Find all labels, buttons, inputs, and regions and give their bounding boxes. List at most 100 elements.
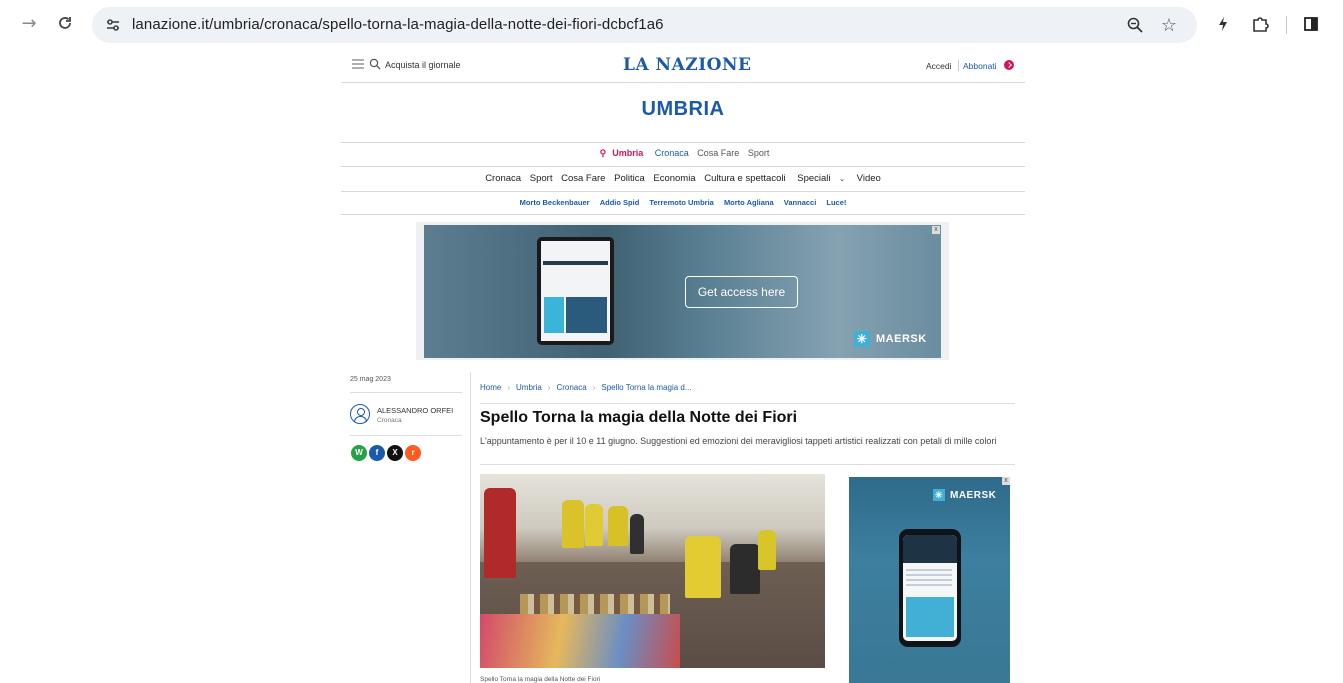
url-text[interactable]: lanazione.it/umbria/cronaca/spello-torna… <box>132 16 664 33</box>
author-avatar-icon <box>350 404 370 424</box>
whatsapp-share-icon[interactable]: W <box>351 445 367 461</box>
subscribe-arrow-icon[interactable] <box>1004 60 1014 70</box>
breadcrumb-home[interactable]: Home <box>480 383 501 392</box>
breadcrumb-cronaca[interactable]: Cronaca <box>556 383 586 392</box>
ad-screen-bar <box>543 261 608 265</box>
nav-item-cronaca[interactable]: Cronaca <box>485 173 521 184</box>
column-divider <box>470 372 471 683</box>
nav-item-speciali[interactable]: Speciali ⌄ <box>794 173 848 184</box>
breadcrumb-separator-icon: › <box>507 383 511 392</box>
hamburger-menu-icon[interactable] <box>352 59 364 69</box>
divider <box>350 392 462 393</box>
maersk-star-icon <box>854 331 870 347</box>
trend-link[interactable]: Terremoto Umbria <box>649 198 713 207</box>
maersk-star-icon <box>933 489 945 501</box>
photo-flower-carpet <box>520 594 670 616</box>
nav-item-economia[interactable]: Economia <box>653 173 695 184</box>
breadcrumb: Home › Umbria › Cronaca › Spello Torna la magi… <box>480 383 692 392</box>
ad-phone-image <box>899 529 961 647</box>
nav-item-cultura[interactable]: Cultura e spettacoli <box>704 173 785 184</box>
ad-close-icon[interactable]: x <box>932 226 940 234</box>
x-share-icon[interactable]: X <box>387 445 403 461</box>
breadcrumb-umbria[interactable]: Umbria <box>516 383 542 392</box>
sidebar-ad[interactable]: MAERSK x <box>849 477 1010 683</box>
ad-phone-screen <box>903 535 957 641</box>
nav-item-video[interactable]: Video <box>857 173 881 184</box>
subnav-item-cronaca[interactable]: Cronaca <box>655 148 689 158</box>
search-icon[interactable] <box>369 58 381 70</box>
author-section: Cronaca <box>377 417 402 424</box>
breadcrumb-current[interactable]: Spello Torna la magia d... <box>601 383 691 392</box>
location-pin-icon: ⚲ <box>599 148 607 158</box>
local-subnav: ⚲ Umbria Cronaca Cosa Fare Sport <box>341 148 1025 159</box>
photo-flower-carpet <box>480 614 680 668</box>
photo-person <box>585 504 603 546</box>
login-link[interactable]: Accedi <box>926 61 952 71</box>
photo-person <box>758 530 776 570</box>
site-header: Acquista il giornale LA NAZIONE Accedi A… <box>341 50 1025 83</box>
ad-brand-name: MAERSK <box>876 333 927 345</box>
breadcrumb-separator-icon: › <box>592 383 596 392</box>
ad-tablet-screen <box>541 241 610 341</box>
reddit-share-icon[interactable]: r <box>405 445 421 461</box>
buy-newspaper-link[interactable]: Acquista il giornale <box>385 60 461 70</box>
photo-person <box>685 536 721 598</box>
ad-phone-text <box>906 569 952 587</box>
address-bar[interactable]: lanazione.it/umbria/cronaca/spello-torna… <box>92 7 1197 43</box>
article-title: Spello Torna la magia della Notte dei Fi… <box>480 409 798 426</box>
divider <box>341 214 1025 215</box>
nav-item-sport[interactable]: Sport <box>530 173 553 184</box>
trend-link[interactable]: Addio Spid <box>600 198 640 207</box>
subscribe-link[interactable]: Abbonati <box>963 61 997 71</box>
extension-bolt-icon[interactable] <box>1212 13 1234 35</box>
divider <box>341 166 1025 167</box>
web-page: Acquista il giornale LA NAZIONE Accedi A… <box>341 50 1025 683</box>
divider <box>350 435 462 436</box>
reload-icon[interactable] <box>54 12 76 34</box>
toolbar-divider <box>1286 16 1287 34</box>
header-divider <box>958 60 959 71</box>
trend-link[interactable]: Luce! <box>826 198 846 207</box>
article-photo[interactable] <box>480 474 825 668</box>
subnav-item-sport[interactable]: Sport <box>748 148 770 158</box>
ad-brand-logo: MAERSK <box>854 331 927 347</box>
side-ad-brand-name: MAERSK <box>950 489 997 501</box>
ad-phone-header <box>903 535 957 563</box>
ad-tablet-image <box>537 237 614 345</box>
trend-link[interactable]: Morto Beckenbauer <box>520 198 590 207</box>
divider <box>480 464 1015 465</box>
side-panel-icon[interactable] <box>1300 13 1322 35</box>
author-name[interactable]: ALESSANDRO ORFEI <box>377 406 453 415</box>
photo-caption: Spello Torna la magia della Notte dei Fi… <box>480 676 601 683</box>
nav-item-politica[interactable]: Politica <box>614 173 645 184</box>
chevron-down-icon: ⌄ <box>839 176 846 183</box>
zoom-icon[interactable] <box>1124 14 1146 36</box>
trend-link[interactable]: Morto Agliana <box>724 198 774 207</box>
side-ad-brand-logo: MAERSK <box>933 489 996 501</box>
facebook-share-icon[interactable]: f <box>369 445 385 461</box>
banner-ad[interactable]: Get access here MAERSK x <box>424 225 941 358</box>
ad-phone-panel <box>906 597 954 637</box>
photo-person <box>730 544 760 594</box>
site-settings-icon[interactable] <box>104 16 122 34</box>
site-logo[interactable]: LA NAZIONE <box>623 55 751 75</box>
browser-toolbar: → lanazione.it/umbria/cronaca/spello-tor… <box>0 0 1343 50</box>
forward-arrow-icon[interactable]: → <box>18 12 40 34</box>
breadcrumb-separator-icon: › <box>547 383 551 392</box>
extensions-puzzle-icon[interactable] <box>1249 13 1271 35</box>
trend-link[interactable]: Vannacci <box>784 198 817 207</box>
photo-person <box>630 514 644 554</box>
divider <box>480 403 1015 404</box>
article-subtitle: L'appuntamento è per il 10 e 11 giugno. … <box>480 436 997 446</box>
ad-cta-button[interactable]: Get access here <box>685 276 798 308</box>
ad-close-icon[interactable]: x <box>1002 477 1010 485</box>
ad-slot: Get access here MAERSK x <box>416 222 949 360</box>
section-title[interactable]: UMBRIA <box>341 98 1025 121</box>
nav-item-cosa-fare[interactable]: Cosa Fare <box>561 173 605 184</box>
bookmark-star-icon[interactable]: ☆ <box>1158 14 1180 36</box>
subnav-location[interactable]: ⚲ Umbria <box>597 148 647 158</box>
ad-screen-block <box>544 297 564 333</box>
ad-screen-block <box>566 297 607 333</box>
divider <box>341 142 1025 143</box>
subnav-item-cosa-fare[interactable]: Cosa Fare <box>697 148 739 158</box>
